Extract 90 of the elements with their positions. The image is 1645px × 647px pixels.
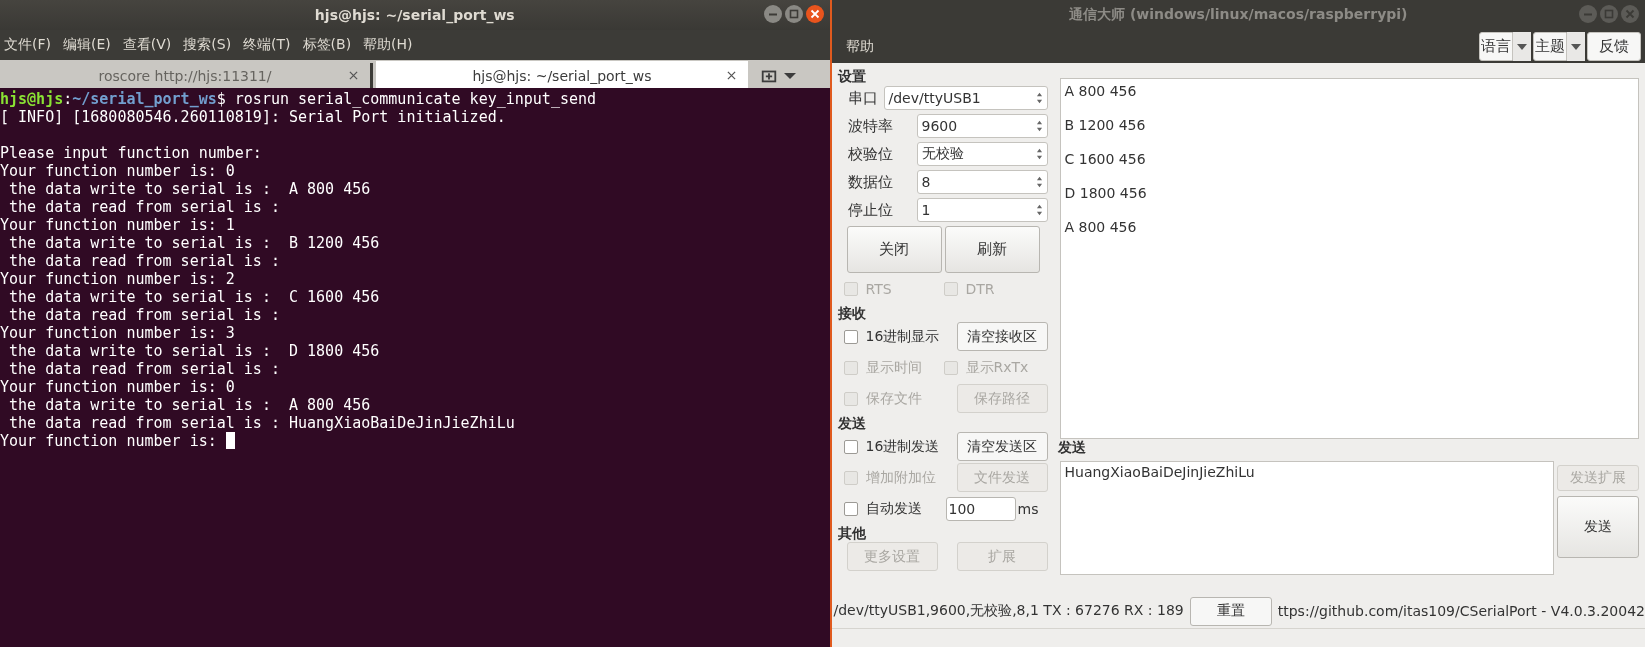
section-heading: 设置 bbox=[837, 68, 867, 84]
checkbox-label: 显示时间 bbox=[865, 358, 922, 377]
field-label: 波特率 bbox=[847, 116, 894, 136]
terminal-line: the data read from serial is : HuangXiaoBaiDeJinJieZhiLu bbox=[8, 414, 515, 432]
feedback-button[interactable]: 反馈 bbox=[1587, 32, 1641, 61]
menu-item[interactable]: 查看(V) bbox=[122, 36, 178, 54]
maximize-icon[interactable] bbox=[1600, 5, 1618, 23]
combo-box[interactable]: /dev/ttyUSB1 bbox=[883, 86, 1048, 110]
close-tab-icon[interactable] bbox=[727, 71, 736, 80]
menu-item[interactable]: 文件(F) bbox=[4, 36, 57, 54]
terminal-line: Your function number is: 2 bbox=[0, 270, 235, 288]
terminal-line: hjs@hjs:~/serial_port_ws$ rosrun serial_communicate key_input_send bbox=[0, 90, 597, 108]
menu-item[interactable]: 标签(B) bbox=[302, 36, 358, 54]
close-icon[interactable] bbox=[805, 5, 824, 23]
checkbox[interactable] bbox=[843, 439, 858, 454]
minimize-icon[interactable] bbox=[1579, 5, 1597, 23]
checkbox-label: 保存文件 bbox=[865, 389, 922, 408]
window-title: hjs@hjs: ~/serial_port_ws bbox=[314, 7, 515, 23]
checkbox-label: 自动发送 bbox=[865, 499, 922, 518]
terminal-line: the data write to serial is : B 1200 456 bbox=[8, 234, 380, 252]
minimize-icon[interactable] bbox=[763, 5, 782, 23]
terminal-line: [ INFO] [1680080546.260110819]: Serial Port initialized. bbox=[0, 108, 506, 126]
terminal-line: Your function number is: bbox=[0, 432, 218, 450]
send-field[interactable]: HuangXiaoBaiDeJinJieZhiLu bbox=[1059, 461, 1554, 575]
checkbox-label: DTR bbox=[965, 280, 995, 297]
menu-item[interactable]: 搜索(S) bbox=[183, 36, 238, 54]
checkbox[interactable] bbox=[843, 501, 858, 516]
text-cursor bbox=[225, 432, 235, 449]
unit-label: ms bbox=[1017, 500, 1039, 517]
caret-icon bbox=[1517, 43, 1527, 50]
action-button[interactable]: 刷新 bbox=[944, 226, 1040, 273]
received-line: D 1800 456 bbox=[1064, 184, 1148, 203]
spinner-arrows-icon bbox=[1035, 176, 1043, 188]
section-heading: 接收 bbox=[837, 305, 867, 321]
terminal-line: the data write to serial is : A 800 456 bbox=[8, 396, 371, 414]
section-heading: 其他 bbox=[837, 525, 867, 541]
field-label: 校验位 bbox=[847, 144, 894, 164]
terminal-line: the data write to serial is : C 1600 456 bbox=[8, 288, 380, 306]
spinner-arrows-icon bbox=[1035, 204, 1043, 216]
received-line: B 1200 456 bbox=[1064, 116, 1147, 135]
checkbox-label: RTS bbox=[865, 280, 892, 297]
window-title: 通信大师 (windows/linux/macos/raspberrypi) bbox=[1069, 6, 1408, 24]
terminal-line: Please input function number: bbox=[0, 144, 262, 162]
terminal-line: the data read from serial is : bbox=[8, 360, 280, 378]
received-line: A 800 456 bbox=[1064, 218, 1138, 237]
caret-icon bbox=[1571, 43, 1581, 50]
spinner-arrows-icon bbox=[1035, 148, 1043, 160]
menu-item[interactable]: 帮助(H) bbox=[363, 36, 419, 54]
terminal-line: the data write to serial is : D 1800 456 bbox=[8, 342, 380, 360]
send-button[interactable]: 发送 bbox=[1557, 496, 1639, 558]
terminal-line: the data write to serial is : A 800 456 bbox=[8, 180, 371, 198]
checkbox-label: 显示RxTx bbox=[965, 358, 1029, 377]
combo-box[interactable]: 9600 bbox=[916, 114, 1048, 138]
interval-field[interactable]: 100 bbox=[945, 496, 1016, 521]
reset-button[interactable]: 重置 bbox=[1189, 596, 1272, 626]
action-button[interactable]: 清空接收区 bbox=[956, 322, 1048, 351]
received-line: C 1600 456 bbox=[1064, 150, 1147, 169]
field-label: 数据位 bbox=[847, 172, 894, 192]
checkbox-label: 16进制显示 bbox=[865, 327, 940, 346]
checkbox[interactable] bbox=[843, 329, 858, 344]
terminal-line: Your function number is: 0 bbox=[0, 378, 235, 396]
terminal-tab[interactable]: hjs@hjs: ~/serial_port_ws bbox=[376, 61, 748, 88]
section-heading: 发送 bbox=[837, 415, 867, 431]
menu-item[interactable]: 编辑(E) bbox=[63, 36, 117, 54]
action-button[interactable]: 关闭 bbox=[846, 226, 942, 273]
received-line: A 800 456 bbox=[1064, 82, 1138, 101]
project-link[interactable]: ttps://github.com/itas109/CSerialPort - V4.0.3.20042 bbox=[1277, 603, 1645, 619]
terminal-line: Your function number is: 3 bbox=[0, 324, 235, 342]
menu-item[interactable]: 终端(T) bbox=[243, 36, 297, 54]
spinner-arrows-icon bbox=[1035, 120, 1043, 132]
receive-area[interactable]: A 800 456 B 1200 456 C 1600 456 D 1800 456 A 800 456 bbox=[1059, 78, 1639, 439]
terminal-line: Your function number is: 0 bbox=[0, 162, 235, 180]
field-label: 串口 bbox=[847, 88, 878, 108]
checkbox-label: 增加附加位 bbox=[865, 468, 936, 487]
combo-box[interactable]: 8 bbox=[916, 170, 1048, 194]
close-tab-icon[interactable] bbox=[349, 71, 358, 80]
dropdown-arrow-icon[interactable] bbox=[784, 72, 796, 80]
terminal-line: the data read from serial is : bbox=[8, 198, 280, 216]
status-text: /dev/ttyUSB1,9600,无校验,8,1 TX : 67276 RX : 189 bbox=[832, 602, 1184, 620]
menu-item[interactable]: 帮助 bbox=[845, 37, 874, 56]
combo-box[interactable]: 1 bbox=[916, 198, 1048, 222]
spinner-arrows-icon bbox=[1035, 92, 1043, 104]
terminal-line: the data read from serial is : bbox=[8, 252, 280, 270]
action-button[interactable]: 清空发送区 bbox=[956, 432, 1048, 461]
combo-box[interactable]: 无校验 bbox=[916, 142, 1048, 166]
checkbox-label: 16进制发送 bbox=[865, 437, 940, 456]
terminal-line: Your function number is: 1 bbox=[0, 216, 235, 234]
section-heading: 发送 bbox=[1057, 439, 1086, 457]
field-label: 停止位 bbox=[847, 200, 894, 220]
terminal-line: the data read from serial is : bbox=[8, 306, 280, 324]
